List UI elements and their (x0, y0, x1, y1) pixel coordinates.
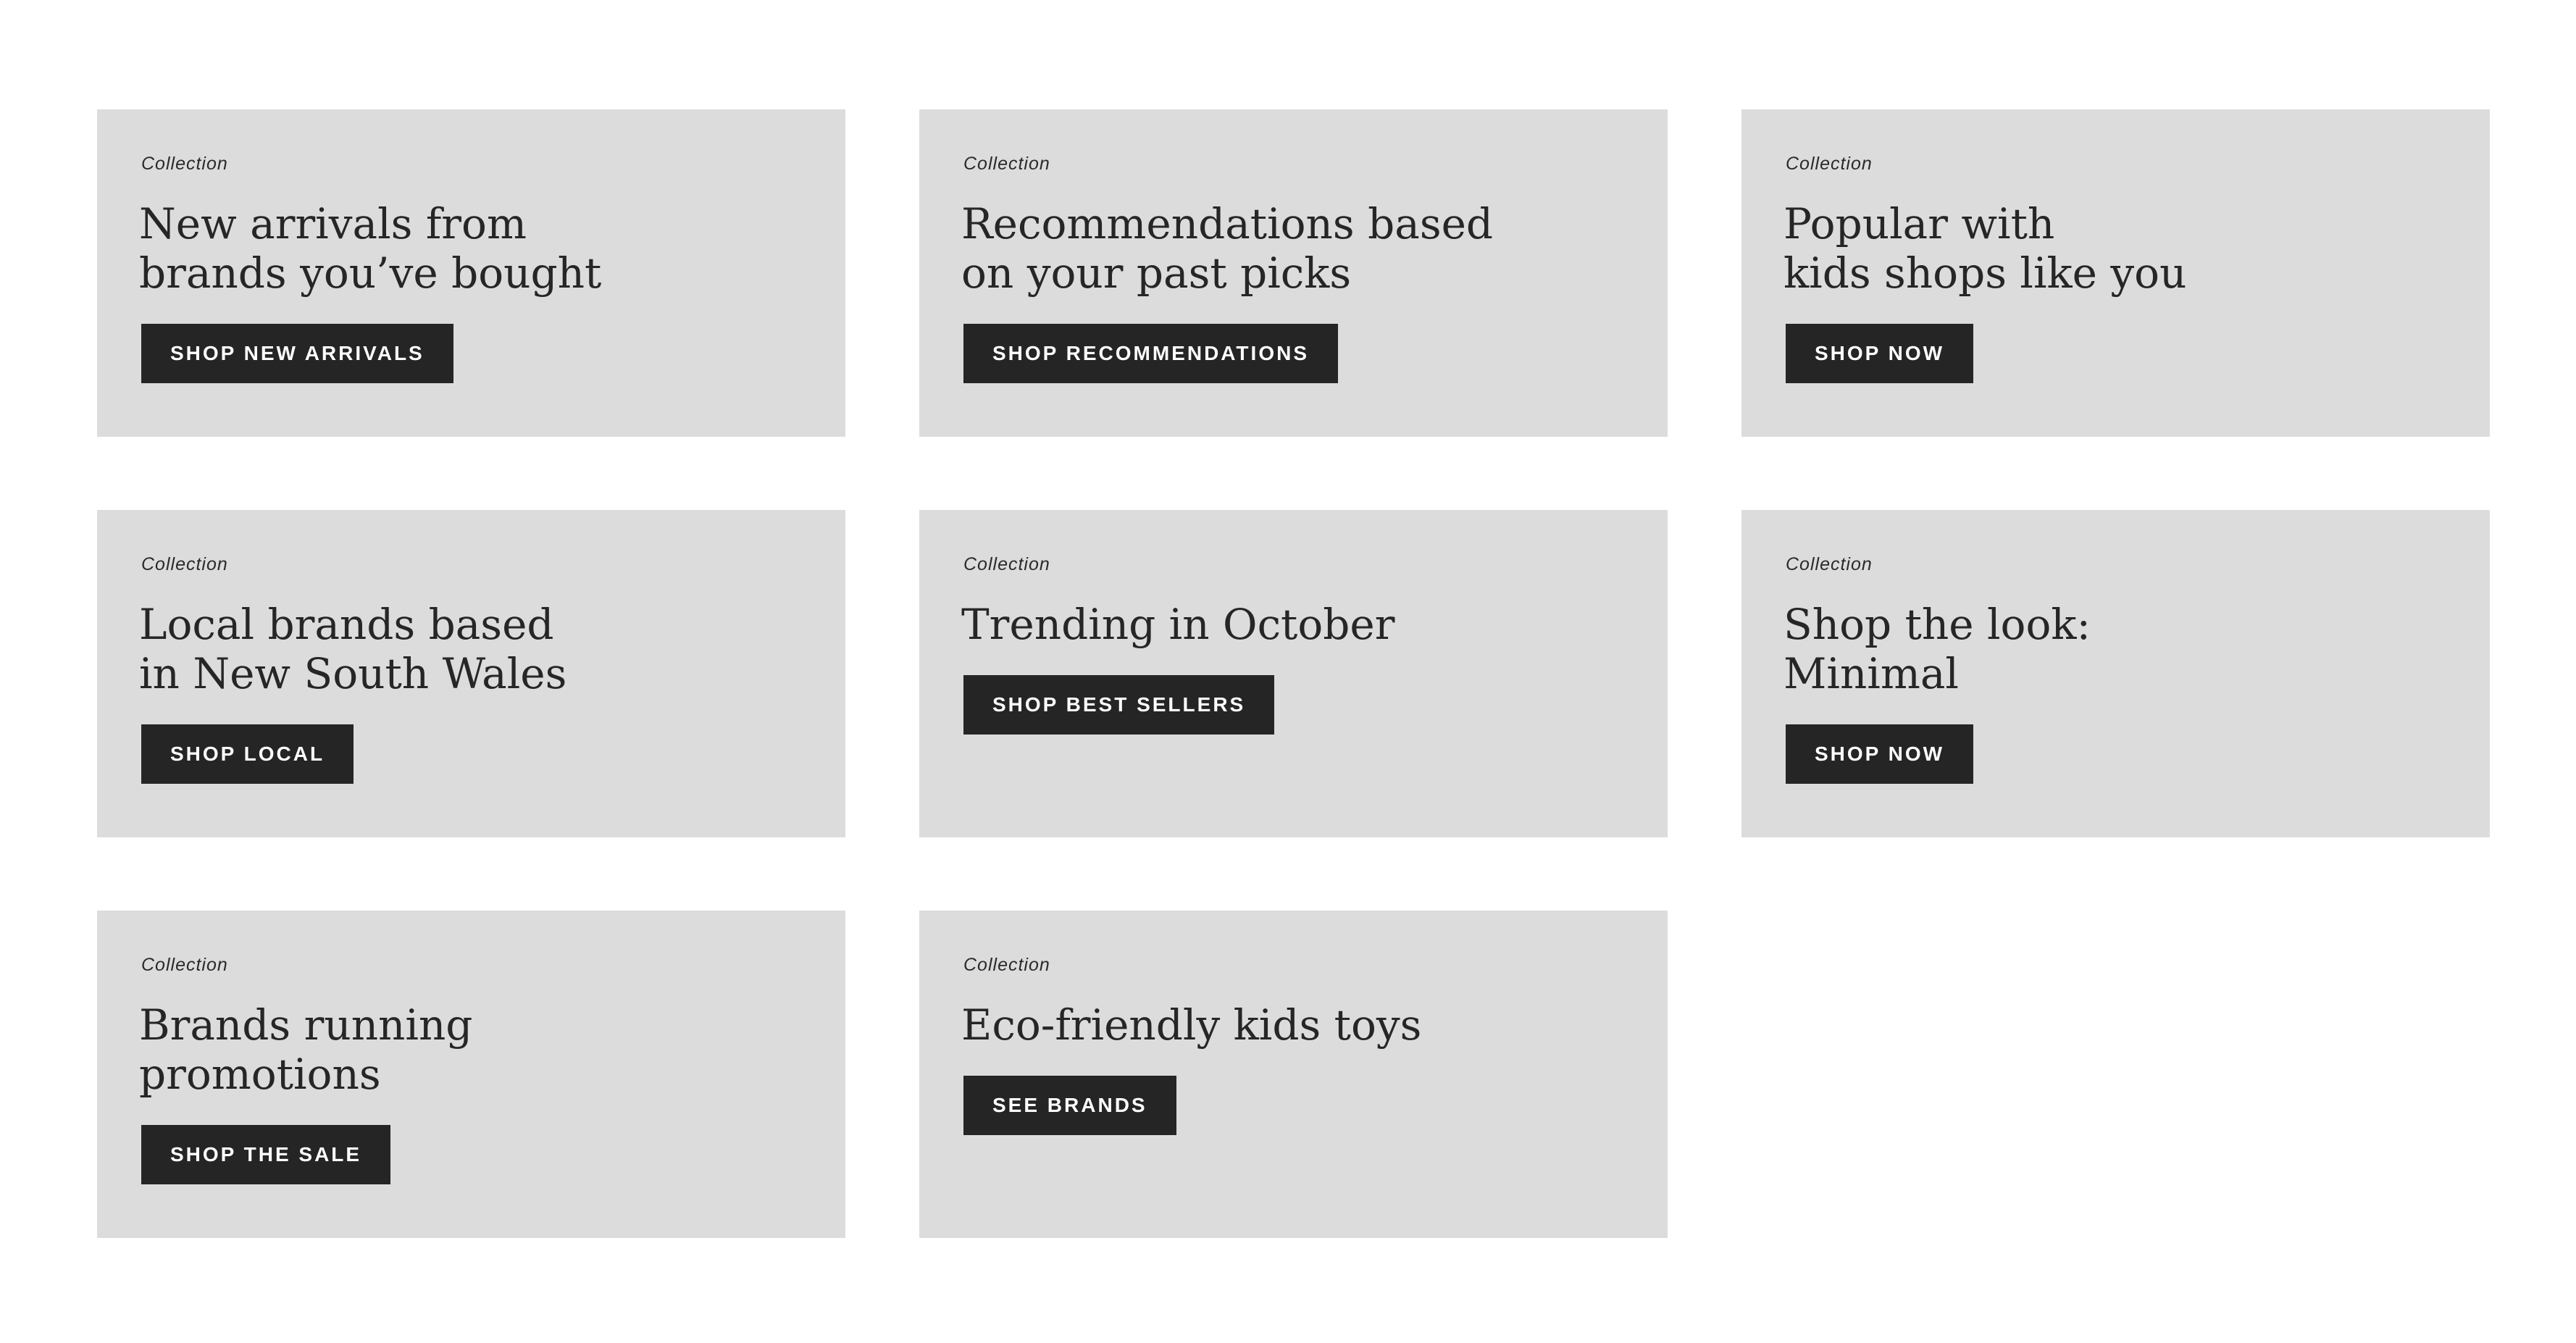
card-eyebrow: Collection (963, 554, 1050, 574)
card-title: Trending in October (961, 600, 1395, 649)
card-title: Brands running promotions (139, 1000, 473, 1099)
card-title: Local brands based in New South Wales (139, 600, 567, 698)
card-eyebrow: Collection (963, 154, 1050, 174)
card-eyebrow: Collection (1786, 554, 1873, 574)
shop-the-sale-button[interactable]: SHOP THE SALE (141, 1125, 391, 1184)
card-eyebrow: Collection (963, 955, 1050, 975)
collection-card-new-arrivals[interactable]: Collection New arrivals from brands you’… (97, 109, 845, 437)
card-title: New arrivals from brands you’ve bought (139, 199, 602, 298)
card-eyebrow: Collection (141, 554, 228, 574)
card-title: Recommendations based on your past picks (961, 199, 1494, 298)
card-title: Popular with kids shops like you (1783, 199, 2187, 298)
card-title: Shop the look: Minimal (1783, 600, 2091, 698)
shop-recommendations-button[interactable]: SHOP RECOMMENDATIONS (963, 324, 1338, 383)
collection-card-shop-the-look[interactable]: Collection Shop the look: Minimal SHOP N… (1741, 510, 2490, 837)
see-brands-button[interactable]: SEE BRANDS (963, 1076, 1176, 1135)
collection-card-popular-with-kids-shops[interactable]: Collection Popular with kids shops like … (1741, 109, 2490, 437)
card-eyebrow: Collection (1786, 154, 1873, 174)
collection-card-promotions[interactable]: Collection Brands running promotions SHO… (97, 911, 845, 1238)
card-eyebrow: Collection (141, 154, 228, 174)
collection-card-trending[interactable]: Collection Trending in October SHOP BEST… (919, 510, 1668, 837)
shop-now-button[interactable]: SHOP NOW (1786, 324, 1974, 383)
card-eyebrow: Collection (141, 955, 228, 975)
collection-card-local-brands[interactable]: Collection Local brands based in New Sou… (97, 510, 845, 837)
shop-best-sellers-button[interactable]: SHOP BEST SELLERS (963, 675, 1275, 735)
shop-new-arrivals-button[interactable]: SHOP NEW ARRIVALS (141, 324, 453, 383)
collection-card-eco-friendly[interactable]: Collection Eco-friendly kids toys SEE BR… (919, 911, 1668, 1238)
shop-now-button[interactable]: SHOP NOW (1786, 724, 1974, 784)
collection-grid: Collection New arrivals from brands you’… (97, 109, 2490, 1238)
shop-local-button[interactable]: SHOP LOCAL (141, 724, 354, 784)
collection-card-recommendations[interactable]: Collection Recommendations based on your… (919, 109, 1668, 437)
card-title: Eco-friendly kids toys (961, 1000, 1422, 1050)
